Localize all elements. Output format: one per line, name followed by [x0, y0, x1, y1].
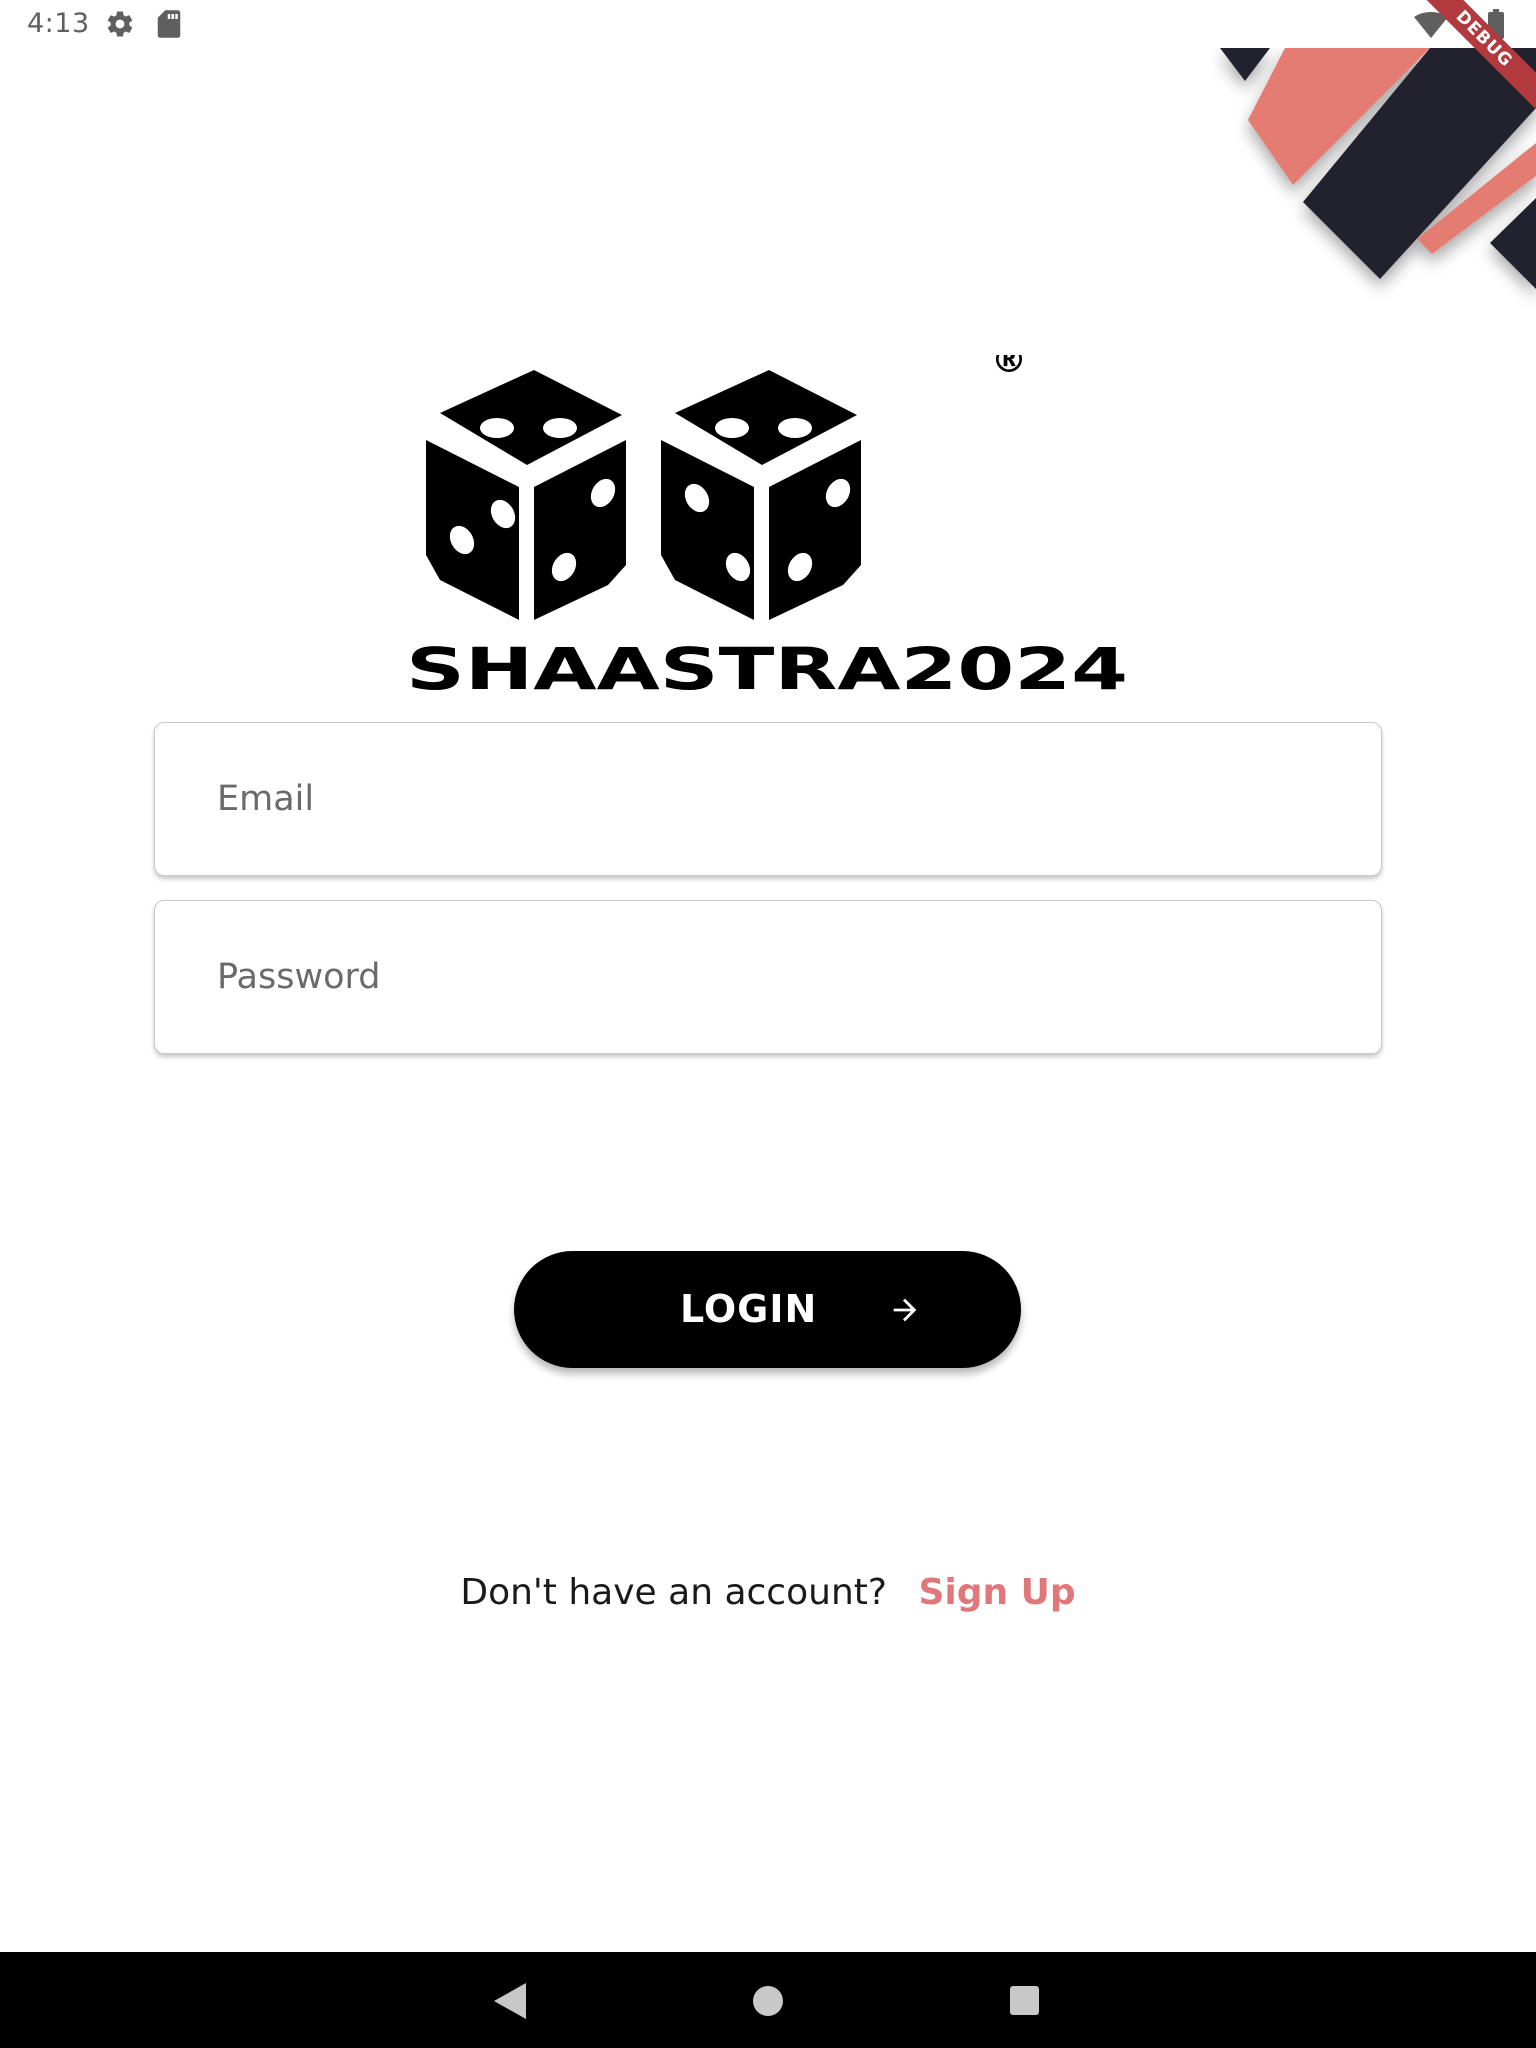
email-input[interactable]	[217, 723, 1317, 875]
debug-banner: DEBUG	[1416, 0, 1536, 120]
status-bar: 4:13	[0, 0, 1536, 48]
login-label: LOGIN	[680, 1287, 818, 1331]
debug-label: DEBUG	[1416, 0, 1536, 119]
sd-card-icon	[157, 10, 181, 38]
navigation-bar	[0, 1952, 1536, 2048]
status-time: 4:13	[27, 8, 90, 39]
login-screen: 4:13 DEBUG ® SHAASTRA2024 Email LOGIN Do…	[0, 0, 1536, 2048]
gear-icon	[107, 11, 133, 37]
back-icon[interactable]	[494, 1983, 526, 2019]
password-input[interactable]	[217, 901, 1317, 1053]
arrow-right-icon	[893, 1298, 917, 1322]
signup-prompt: Don't have an account?	[460, 1572, 887, 1613]
email-field[interactable]	[154, 722, 1382, 876]
signup-row: Don't have an account? Sign Up	[0, 1568, 1536, 1618]
password-field[interactable]	[154, 900, 1382, 1054]
registered-mark: ®	[991, 355, 1027, 381]
logo-wordmark: SHAASTRA2024	[406, 635, 1128, 695]
shaastra-logo: ® SHAASTRA2024	[406, 355, 1128, 695]
dice-icon	[426, 370, 861, 620]
home-icon[interactable]	[753, 1986, 783, 2016]
recents-icon[interactable]	[1010, 1986, 1039, 2015]
login-button[interactable]: LOGIN	[514, 1251, 1021, 1368]
signup-link[interactable]: Sign Up	[918, 1572, 1075, 1613]
